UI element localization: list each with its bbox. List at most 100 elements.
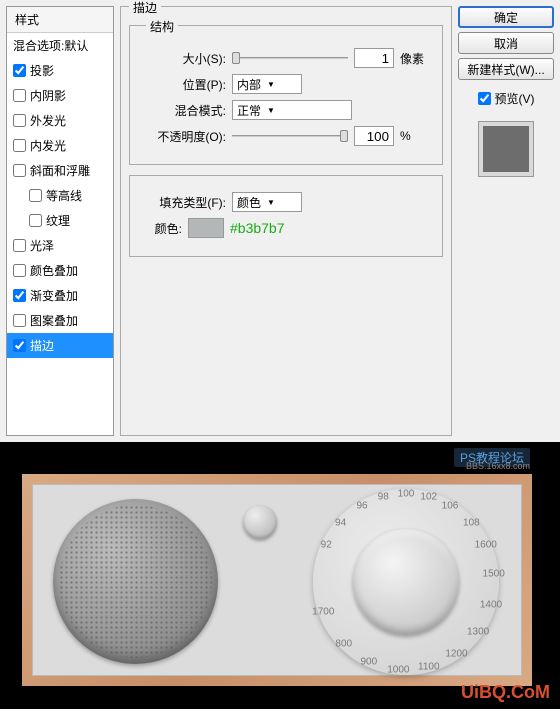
preview-toggle[interactable]: 预览(V) [458, 90, 554, 107]
structure-legend: 结构 [146, 18, 178, 35]
opacity-slider[interactable] [232, 127, 348, 145]
checkbox[interactable] [29, 214, 42, 227]
freq-label: 1700 [312, 607, 334, 618]
opacity-input[interactable] [354, 126, 394, 146]
structure-fieldset: 结构 大小(S): 像素 位置(P): 内部▼ 混合模式: 正常▼ 不透明度 [129, 25, 443, 165]
color-label: 颜色: [142, 220, 182, 237]
freq-label: 900 [360, 656, 377, 667]
freq-label: 800 [335, 639, 352, 650]
blendmode-row: 混合模式: 正常▼ [142, 100, 430, 120]
style-item-satin[interactable]: 光泽 [7, 233, 113, 258]
freq-label: 100 [398, 489, 415, 500]
styles-panel: 样式 混合选项:默认 投影 内阴影 外发光 内发光 斜面和浮雕 等高线 纹理 光… [6, 6, 114, 436]
position-select[interactable]: 内部▼ [232, 74, 302, 94]
size-unit: 像素 [400, 50, 430, 67]
style-item-pattern-overlay[interactable]: 图案叠加 [7, 308, 113, 333]
checkbox[interactable] [29, 189, 42, 202]
checkbox[interactable] [13, 139, 26, 152]
checkbox[interactable] [13, 314, 26, 327]
freq-label: 1600 [475, 539, 497, 550]
chevron-down-icon: ▼ [267, 198, 275, 207]
freq-label: 1000 [387, 664, 409, 675]
opacity-row: 不透明度(O): % [142, 126, 430, 146]
radio-face: 9294969810010210610816001500140013001200… [32, 484, 522, 676]
style-label: 渐变叠加 [30, 287, 78, 304]
position-row: 位置(P): 内部▼ [142, 74, 430, 94]
checkbox[interactable] [13, 164, 26, 177]
style-item-contour[interactable]: 等高线 [7, 183, 113, 208]
checkbox[interactable] [13, 339, 26, 352]
style-label: 斜面和浮雕 [30, 162, 90, 179]
checkbox[interactable] [13, 264, 26, 277]
style-item-inner-shadow[interactable]: 内阴影 [7, 83, 113, 108]
style-label: 光泽 [30, 237, 54, 254]
filltype-select[interactable]: 颜色 ▼ [232, 192, 302, 212]
styles-header: 样式 [7, 7, 113, 33]
freq-label: 1500 [483, 569, 505, 580]
cancel-button[interactable]: 取消 [458, 32, 554, 54]
style-label: 图案叠加 [30, 312, 78, 329]
style-item-inner-glow[interactable]: 内发光 [7, 133, 113, 158]
style-item-drop-shadow[interactable]: 投影 [7, 58, 113, 83]
fill-fieldset: 填充类型(F): 颜色 ▼ 颜色: #b3b7b7 [129, 175, 443, 257]
opacity-unit: % [400, 129, 430, 143]
size-slider[interactable] [232, 49, 348, 67]
style-label: 颜色叠加 [30, 262, 78, 279]
freq-label: 96 [356, 500, 367, 511]
tuning-knob [353, 529, 459, 635]
stroke-settings-panel: 描边 结构 大小(S): 像素 位置(P): 内部▼ 混合模式: 正常▼ [120, 6, 452, 436]
freq-label: 92 [321, 539, 332, 550]
preview-swatch [478, 121, 534, 177]
blendmode-select[interactable]: 正常▼ [232, 100, 352, 120]
style-item-bevel[interactable]: 斜面和浮雕 [7, 158, 113, 183]
style-label: 纹理 [46, 212, 70, 229]
checkbox[interactable] [13, 114, 26, 127]
size-input[interactable] [354, 48, 394, 68]
checkbox[interactable] [13, 289, 26, 302]
radio-frame: 9294969810010210610816001500140013001200… [22, 474, 532, 686]
style-label: 投影 [30, 62, 54, 79]
freq-label: 106 [442, 500, 459, 511]
small-knob [243, 505, 277, 539]
style-item-color-overlay[interactable]: 颜色叠加 [7, 258, 113, 283]
preview-checkbox[interactable] [478, 92, 491, 105]
filltype-label: 填充类型(F): [142, 194, 226, 211]
watermark-top2: BBS.16xx8.com [466, 461, 530, 471]
checkbox[interactable] [13, 239, 26, 252]
position-value: 内部 [237, 76, 261, 93]
style-item-stroke[interactable]: 描边 [7, 333, 113, 358]
stroke-color-swatch[interactable] [188, 218, 224, 238]
freq-label: 1300 [467, 627, 489, 638]
opacity-label: 不透明度(O): [142, 128, 226, 145]
dialog-buttons: 确定 取消 新建样式(W)... 预览(V) [458, 6, 554, 436]
style-label: 内阴影 [30, 87, 66, 104]
speaker-grille [53, 499, 218, 664]
color-row: 颜色: #b3b7b7 [142, 218, 430, 238]
checkbox[interactable] [13, 89, 26, 102]
blend-options-item[interactable]: 混合选项:默认 [7, 33, 113, 58]
styles-list: 混合选项:默认 投影 内阴影 外发光 内发光 斜面和浮雕 等高线 纹理 光泽 颜… [7, 33, 113, 435]
color-hex: #b3b7b7 [230, 220, 285, 236]
style-label: 内发光 [30, 137, 66, 154]
tuning-dial: 9294969810010210610816001500140013001200… [313, 489, 499, 675]
filltype-value: 颜色 [237, 194, 261, 211]
group-title: 描边 [129, 0, 161, 16]
freq-label: 108 [463, 518, 480, 529]
freq-label: 98 [378, 491, 389, 502]
blendmode-value: 正常 [237, 102, 261, 119]
ok-button[interactable]: 确定 [458, 6, 554, 28]
freq-label: 1100 [418, 662, 440, 673]
blendmode-label: 混合模式: [142, 102, 226, 119]
freq-label: 1200 [445, 649, 467, 660]
freq-label: 94 [335, 518, 346, 529]
layer-style-dialog: 样式 混合选项:默认 投影 内阴影 外发光 内发光 斜面和浮雕 等高线 纹理 光… [0, 0, 560, 442]
checkbox[interactable] [13, 64, 26, 77]
style-item-texture[interactable]: 纹理 [7, 208, 113, 233]
position-label: 位置(P): [142, 76, 226, 93]
style-item-outer-glow[interactable]: 外发光 [7, 108, 113, 133]
style-item-gradient-overlay[interactable]: 渐变叠加 [7, 283, 113, 308]
new-style-button[interactable]: 新建样式(W)... [458, 58, 554, 80]
style-label: 描边 [30, 337, 54, 354]
preview-label: 预览(V) [495, 90, 535, 107]
filltype-row: 填充类型(F): 颜色 ▼ [142, 192, 430, 212]
